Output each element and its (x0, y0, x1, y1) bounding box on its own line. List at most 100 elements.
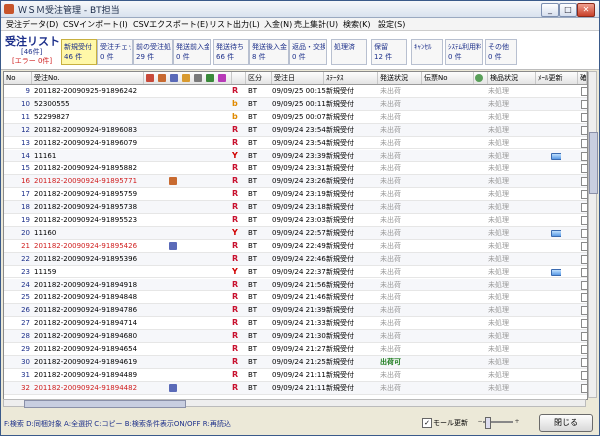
menu-sales-summary[interactable]: 売上集計(U) (294, 19, 338, 30)
tab-processed[interactable]: 処理済 (331, 39, 367, 65)
table-row[interactable]: 31 201182-20090924-91894489 R BT 09/09/24 21… (4, 369, 587, 382)
col-confirm[interactable]: 確認 (578, 72, 587, 84)
col-order-no[interactable]: 受注No. (32, 72, 144, 84)
close-button[interactable]: 閉じる (539, 414, 593, 432)
order-number: 201182-20090924-91894848 (34, 293, 138, 302)
tab-returns[interactable]: 返品・交換 0 件 (289, 39, 327, 65)
table-row[interactable]: 30 201182-20090924-91894619 R BT 09/09/24 21… (4, 355, 587, 369)
confirm-checkbox[interactable] (581, 254, 587, 264)
table-row[interactable]: 23 11159 Y BT 09/09/24 22:37 新規受付 未出荷 未処理 (4, 266, 587, 279)
table-row[interactable]: 16 201182-20090924-91895771 R BT 09/09/24 23… (4, 175, 587, 189)
col-inspection[interactable]: 検品状況 (488, 72, 536, 84)
tab-system-fee[interactable]: ｼｽﾃﾑ利用料金 0 件 (445, 39, 483, 65)
tab-cancel[interactable]: ｷｬﾝｾﾙ (411, 39, 443, 65)
minimize-button[interactable]: _ (541, 3, 559, 17)
confirm-checkbox[interactable] (581, 216, 587, 225)
menu-order-data[interactable]: 受注データ(D) (6, 19, 58, 30)
table-row[interactable]: 25 201182-20090924-91894848 R BT 09/09/24 21… (4, 291, 587, 305)
tab-count: 66 件 (216, 53, 235, 61)
col-no[interactable]: No (4, 72, 32, 84)
table-row[interactable]: 9 201182-20090925-91896242 R BT 09/09/25 00:… (4, 85, 587, 98)
menu-csv-export[interactable]: CSVエクスポート(E) (133, 19, 208, 30)
row-icon-cell (169, 162, 181, 174)
confirm-checkbox[interactable] (581, 319, 587, 329)
confirm-checkbox[interactable] (581, 190, 587, 200)
table-row[interactable]: 19 201182-20090924-91895523 R BT 09/09/24 23… (4, 214, 587, 227)
col-status[interactable]: ｽﾃｰﾀｽ (324, 72, 378, 84)
table-row[interactable]: 28 201182-20090924-91894680 R BT 09/09/24 21… (4, 330, 587, 343)
table-row[interactable]: 10 52300555 b BT 09/09/25 00:11 新規受付 未出荷 未処理 (4, 97, 587, 111)
confirm-checkbox[interactable] (581, 357, 587, 367)
confirm-checkbox[interactable] (581, 177, 587, 187)
tab-previous-orders[interactable]: 前の受注処理 29 件 (133, 39, 173, 65)
menu-list-output[interactable]: リスト出力(L) (209, 19, 260, 30)
table-row[interactable]: 12 201182-20090924-91896083 R BT 09/09/24 23… (4, 123, 587, 137)
tab-order-check[interactable]: 受注チェック 0 件 (97, 39, 133, 65)
table-row[interactable]: 11 52299827 b BT 09/09/25 00:07 新規受付 未出荷 未処理 (4, 111, 587, 124)
col-arrows[interactable] (474, 72, 488, 84)
table-row[interactable]: 14 11161 Y BT 09/09/24 23:39 新規受付 未出荷 未処理 (4, 149, 587, 163)
col-order-date[interactable]: 受注日 (272, 72, 324, 84)
mail-icon[interactable] (551, 268, 561, 276)
confirm-checkbox[interactable] (581, 267, 587, 277)
mail-update-checkbox[interactable]: ✓ (422, 418, 432, 428)
col-mail-update[interactable]: ﾒｰﾙ更新 (536, 72, 578, 84)
confirm-checkbox[interactable] (581, 345, 587, 354)
table-row[interactable]: 32 201182-20090924-91894482 R BT 09/09/24 21… (4, 381, 587, 395)
zoom-slider[interactable]: − + (477, 416, 520, 429)
col-channel[interactable]: 区分 (246, 72, 272, 84)
scroll-thumb[interactable] (589, 132, 598, 194)
close-window-button[interactable]: ✕ (577, 3, 595, 17)
table-row[interactable]: 15 201182-20090924-91895882 R BT 09/09/24 23… (4, 162, 587, 176)
horizontal-scrollbar[interactable] (3, 399, 586, 408)
confirm-checkbox[interactable] (581, 99, 587, 109)
col-slip-no[interactable]: 伝票No (422, 72, 474, 84)
table-row[interactable]: 27 201182-20090924-91894714 R BT 09/09/24 21… (4, 317, 587, 331)
confirm-checkbox[interactable] (581, 125, 587, 135)
table-row[interactable]: 22 201182-20090924-91895396 R BT 09/09/24 22… (4, 252, 587, 266)
confirm-checkbox[interactable] (581, 164, 587, 174)
vertical-scrollbar[interactable] (588, 71, 598, 398)
maximize-button[interactable]: □ (559, 3, 577, 17)
confirm-checkbox[interactable] (581, 383, 587, 393)
confirm-checkbox[interactable] (581, 241, 587, 251)
menu-payment[interactable]: 入金(N) (264, 19, 292, 30)
confirm-checkbox[interactable] (581, 138, 587, 148)
table-row[interactable]: 26 201182-20090924-91894786 R BT 09/09/24 21… (4, 304, 587, 318)
tab-awaiting-shipment[interactable]: 発送待ち 66 件 (213, 39, 249, 65)
mail-icon[interactable] (551, 152, 561, 160)
confirm-checkbox[interactable] (581, 228, 587, 238)
table-row[interactable]: 18 201182-20090924-91895738 R BT 09/09/24 23… (4, 201, 587, 214)
confirm-checkbox[interactable] (581, 203, 587, 213)
slider-plus-icon[interactable]: + (514, 419, 520, 425)
mail-icon[interactable] (551, 229, 561, 237)
tab-new-orders[interactable]: 新規受付 46 件 (61, 39, 97, 65)
confirm-checkbox[interactable] (581, 151, 587, 161)
slider-thumb[interactable] (485, 417, 491, 429)
col-channel-icon[interactable] (232, 72, 246, 84)
confirm-checkbox[interactable] (581, 332, 587, 342)
menu-settings[interactable]: 設定(S) (378, 19, 405, 30)
menu-csv-import[interactable]: CSVインポート(I) (63, 19, 128, 30)
tab-awaiting-prepayment[interactable]: 発送前入金待 0 件 (173, 39, 211, 65)
inspection-status: 未処理 (488, 280, 509, 289)
scroll-thumb[interactable] (24, 400, 186, 408)
col-icons[interactable] (144, 72, 232, 84)
table-row[interactable]: 29 201182-20090924-91894654 R BT 09/09/24 21… (4, 343, 587, 356)
confirm-checkbox[interactable] (581, 370, 587, 380)
confirm-checkbox[interactable] (581, 293, 587, 303)
tab-awaiting-postpayment[interactable]: 発送後入金待 8 件 (249, 39, 289, 65)
table-row[interactable]: 13 201182-20090924-91896079 R BT 09/09/24 23… (4, 137, 587, 150)
confirm-checkbox[interactable] (581, 280, 587, 290)
col-ship-status[interactable]: 発送状況 (378, 72, 422, 84)
table-row[interactable]: 20 11160 Y BT 09/09/24 22:57 新規受付 未出荷 未処理 (4, 226, 587, 240)
table-row[interactable]: 24 201182-20090924-91894918 R BT 09/09/24 21… (4, 278, 587, 292)
confirm-checkbox[interactable] (581, 306, 587, 316)
tab-other[interactable]: その他 0 件 (485, 39, 517, 65)
confirm-checkbox[interactable] (581, 112, 587, 122)
table-row[interactable]: 21 201182-20090924-91895426 R BT 09/09/24 22… (4, 240, 587, 253)
menu-search[interactable]: 検索(K) (343, 19, 371, 30)
table-row[interactable]: 17 201182-20090924-91895759 R BT 09/09/24 23… (4, 188, 587, 202)
tab-on-hold[interactable]: 保留 12 件 (371, 39, 407, 65)
confirm-checkbox[interactable] (581, 87, 587, 96)
